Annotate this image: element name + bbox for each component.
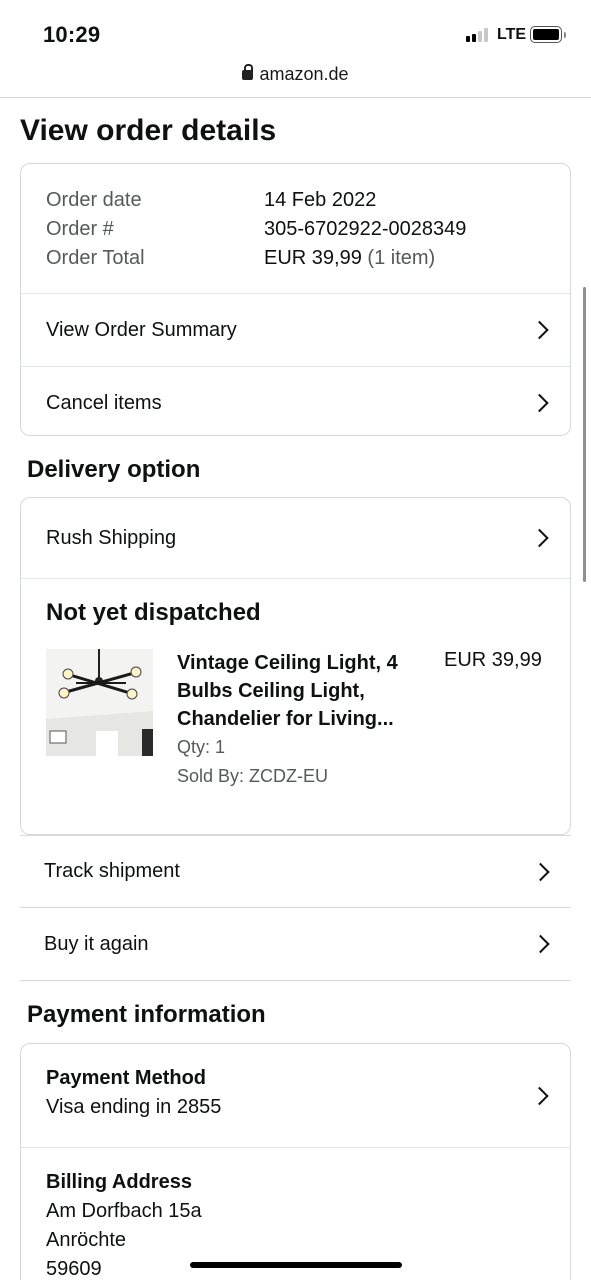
order-number-value: 305-6702922-0028349 <box>264 218 467 240</box>
delivery-card: Rush Shipping Not yet dispatched Vintage… <box>20 497 571 835</box>
order-item-count: (1 item) <box>367 247 436 269</box>
order-total-row: Order Total EUR 39,99 (1 item) <box>46 244 545 273</box>
page-title: View order details <box>20 114 277 147</box>
order-date-row: Order date 14 Feb 2022 <box>46 186 545 215</box>
chevron-right-icon <box>531 862 550 881</box>
chevron-right-icon <box>531 934 550 954</box>
billing-address-line2: Anröchte <box>46 1229 127 1251</box>
order-total-value: EUR 39,99 (1 item) <box>264 244 435 273</box>
cellular-signal-icon <box>466 28 488 42</box>
lock-icon <box>242 64 254 80</box>
cancel-items-link[interactable]: Cancel items <box>21 366 570 435</box>
billing-address-line1: Am Dorfbach 15a <box>46 1200 202 1222</box>
payment-information-heading: Payment information <box>27 1001 266 1028</box>
cancel-items-label: Cancel items <box>46 391 162 414</box>
order-date-label: Order date <box>46 189 142 211</box>
payment-method-link[interactable]: Payment Method Visa ending in 2855 <box>21 1044 570 1147</box>
order-date-value: 14 Feb 2022 <box>264 189 377 211</box>
order-info-card: Order date 14 Feb 2022 Order # 305-67029… <box>20 163 571 436</box>
network-type: LTE <box>497 26 527 43</box>
product-image[interactable] <box>46 649 153 756</box>
status-bar: 10:29 LTE <box>0 0 591 62</box>
shipment-status: Not yet dispatched <box>46 599 261 626</box>
product-price: EUR 39,99 <box>444 649 542 671</box>
delivery-option-heading: Delivery option <box>27 456 201 483</box>
billing-address-block: Billing Address Am Dorfbach 15a Anröchte… <box>21 1147 570 1280</box>
home-indicator[interactable] <box>190 1262 402 1268</box>
rush-shipping-label: Rush Shipping <box>46 526 177 549</box>
buy-it-again-label: Buy it again <box>44 932 149 955</box>
payment-method-value: Visa ending in 2855 <box>46 1096 222 1118</box>
buy-it-again-link[interactable]: Buy it again <box>20 907 571 981</box>
status-time: 10:29 <box>43 22 101 47</box>
product-seller: Sold By: ZCDZ-EU <box>177 766 329 786</box>
order-total-amount: EUR 39,99 <box>264 247 362 269</box>
order-details: Order date 14 Feb 2022 Order # 305-67029… <box>21 164 570 293</box>
url-domain: amazon.de <box>259 64 349 84</box>
product-quantity: Qty: 1 <box>177 737 226 757</box>
chevron-right-icon <box>530 393 549 413</box>
payment-card: Payment Method Visa ending in 2855 Billi… <box>20 1043 571 1280</box>
view-order-summary-link[interactable]: View Order Summary <box>21 293 570 366</box>
battery-icon <box>530 26 566 43</box>
order-number-label: Order # <box>46 218 114 240</box>
billing-address-label: Billing Address <box>46 1171 192 1193</box>
order-number-row: Order # 305-6702922-0028349 <box>46 215 545 244</box>
chevron-right-icon <box>530 528 549 548</box>
track-shipment-link[interactable]: Track shipment <box>20 835 571 907</box>
payment-method-label: Payment Method <box>46 1067 207 1089</box>
url-bar[interactable]: amazon.de <box>0 64 591 98</box>
view-order-summary-label: View Order Summary <box>46 318 237 341</box>
scroll-indicator[interactable] <box>583 287 586 582</box>
product-name[interactable]: Vintage Ceiling Light, 4 Bulbs Ceiling L… <box>177 649 427 733</box>
chevron-right-icon <box>530 320 549 340</box>
track-shipment-label: Track shipment <box>44 860 180 882</box>
shipment-block: Not yet dispatched Vintage Ceiling Light… <box>21 578 570 834</box>
rush-shipping-link[interactable]: Rush Shipping <box>21 498 570 578</box>
order-total-label: Order Total <box>46 247 145 269</box>
